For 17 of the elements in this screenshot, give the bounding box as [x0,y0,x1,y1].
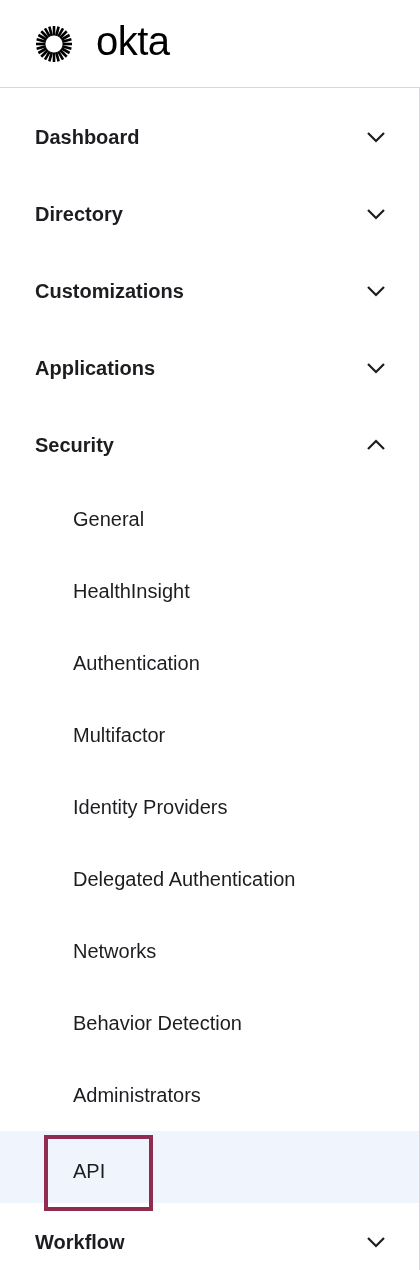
sunburst-logo-icon [34,23,74,64]
nav-section[interactable]: Applications [0,329,419,406]
nav-link[interactable]: Multifactor [73,720,166,750]
nav-link[interactable]: Behavior Detection [73,1008,242,1038]
nav-link[interactable]: Networks [73,936,157,966]
nav-section[interactable]: Customizations [0,252,419,329]
nav-section[interactable]: Dashboard [0,98,419,175]
nav-link[interactable]: HealthInsight [73,576,190,606]
nav-link[interactable]: Authentication [73,648,200,678]
nav-section[interactable]: Directory [0,175,419,252]
nav-link[interactable]: Administrators [73,1080,201,1110]
nav-link[interactable]: Delegated Authentication [73,864,296,894]
nav-section[interactable]: Security [0,406,419,483]
logo-wordmark[interactable]: okta [96,20,170,61]
nav-link[interactable]: Identity Providers [73,792,228,822]
nav-link[interactable]: API [44,1135,154,1211]
nav-link[interactable]: General [73,504,145,534]
